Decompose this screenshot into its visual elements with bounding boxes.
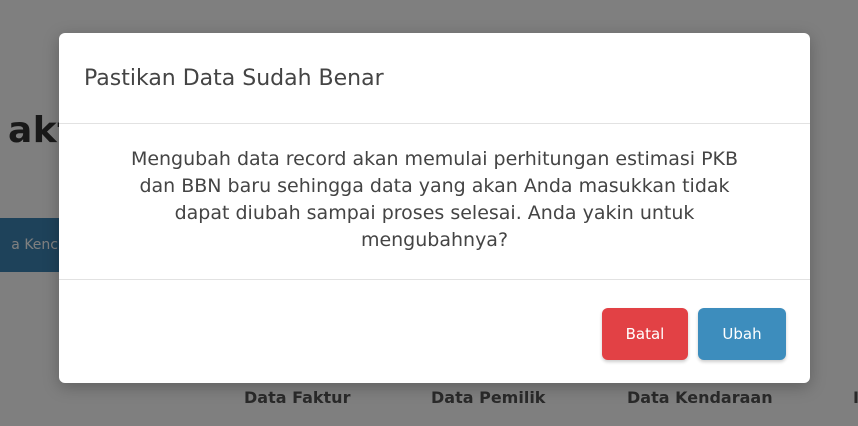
confirmation-dialog: Pastikan Data Sudah Benar Mengubah data … [59,33,810,383]
confirm-button[interactable]: Ubah [698,308,786,360]
dialog-header: Pastikan Data Sudah Benar [59,33,810,124]
dialog-title: Pastikan Data Sudah Benar [84,65,384,91]
dialog-footer: Batal Ubah [602,308,786,360]
dialog-message-line: Mengubah data record akan memulai perhit… [130,148,739,170]
dialog-message-line: dan BBN baru sehingga data yang akan And… [139,175,730,197]
dialog-message: Mengubah data record akan memulai perhit… [59,124,810,280]
dialog-message-line: mengubahnya? [360,229,509,251]
cancel-button[interactable]: Batal [602,308,688,360]
dialog-message-line: dapat diubah sampai proses selesai. Anda… [174,202,695,224]
